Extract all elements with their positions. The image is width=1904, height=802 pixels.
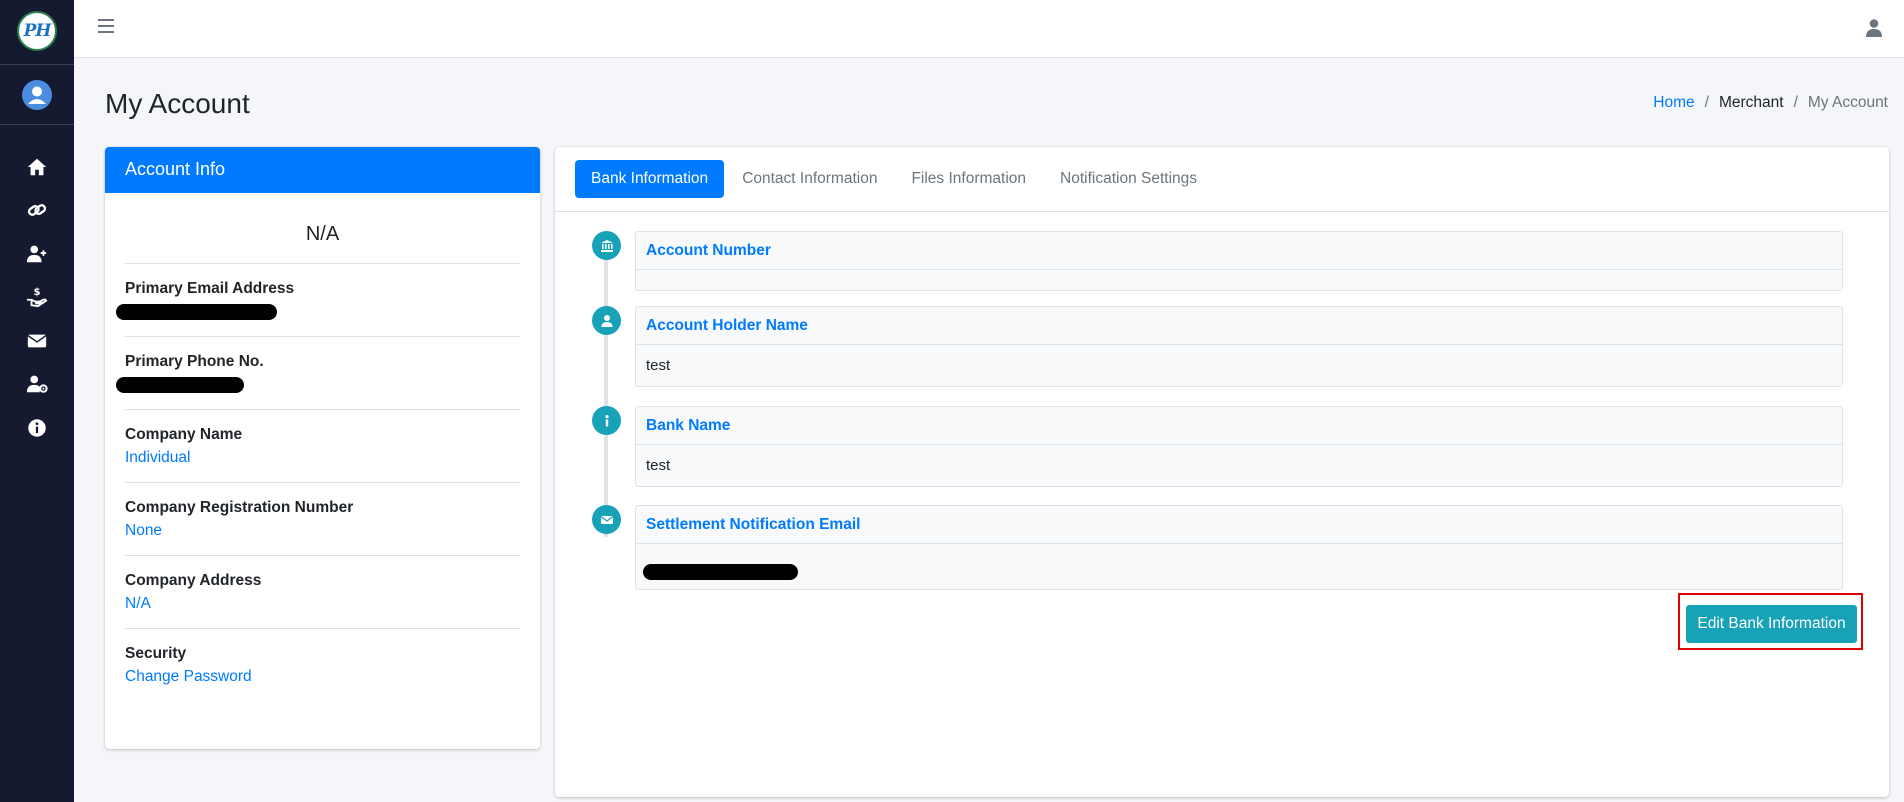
timeline-item-body: test [646,457,671,474]
svg-text:$: $ [33,287,40,298]
breadcrumb-separator: / [1704,94,1709,111]
timeline-item-body [636,544,1842,589]
logo-text: PH [23,21,52,41]
change-password-link[interactable]: Change Password [125,668,520,686]
hand-dollar-icon: $ [26,287,48,308]
info-label: Company Address [125,572,262,589]
breadcrumb: Home / Merchant / My Account [1653,94,1888,112]
timeline-item: Bank Name test [635,406,1843,487]
timeline-item-header: Bank Name [636,407,1842,445]
sidebar-item-add-user[interactable] [0,232,74,276]
info-item-company-address: Company Address N/A [125,555,520,628]
info-item-email: Primary Email Address [116,263,520,336]
account-info-card: Account Info N/A Primary Email Address P… [105,147,540,749]
redacted-email [643,564,798,580]
info-label: Company Name [125,426,243,443]
edit-bank-information-button[interactable]: Edit Bank Information [1686,605,1857,643]
timeline-item: Account Holder Name test [635,306,1843,387]
sidebar-divider [0,124,74,125]
info-item-registration-number: Company Registration Number None [125,482,520,555]
sidebar: PH $ [0,0,74,802]
home-icon [27,158,47,175]
edit-button-highlight: Edit Bank Information [1678,593,1863,650]
info-icon [604,414,609,426]
info-icon [28,419,46,437]
avatar-icon[interactable] [22,80,52,110]
top-navbar [74,0,1904,58]
user-icon [601,314,612,327]
timeline-item-header: Settlement Notification Email [636,506,1842,544]
bank-icon [600,239,613,252]
sidebar-item-info[interactable] [0,406,74,450]
user-plus-icon [26,245,47,262]
account-name: N/A [305,223,340,245]
info-label: Company Registration Number [125,499,354,516]
account-info-header: Account Info [105,147,540,193]
redacted-phone [116,377,244,393]
user-menu-icon[interactable] [1864,18,1884,38]
menu-toggle-icon[interactable] [98,19,114,37]
breadcrumb-merchant: Merchant [1718,94,1784,111]
envelope-icon [600,515,613,524]
envelope-icon [27,334,47,348]
timeline-item-header: Account Holder Name [636,307,1842,345]
info-label: Primary Email Address [125,280,295,297]
tab-contact-information[interactable]: Contact Information [726,160,893,198]
sidebar-nav: $ [0,145,74,450]
sidebar-item-payments[interactable]: $ [0,276,74,320]
breadcrumb-home-link[interactable]: Home [1653,94,1694,112]
timeline-badge [592,505,621,534]
info-label: Primary Phone No. [125,353,264,370]
sidebar-item-links[interactable] [0,189,74,233]
user-gear-icon [26,375,48,394]
timeline-item-header: Account Number [636,232,1842,270]
page-title: My Account [105,88,250,119]
tab-bar: Bank Information Contact Information Fil… [555,147,1889,212]
link-icon [27,204,47,217]
timeline-badge [592,231,621,260]
brand-logo[interactable]: PH [17,11,57,51]
tab-files-information[interactable]: Files Information [895,160,1042,198]
timeline-item: Account Number [635,231,1843,291]
account-info-list: Primary Email Address Primary Phone No. … [105,263,540,701]
redacted-email [116,304,277,320]
info-label: Security [125,645,187,662]
sidebar-item-messages[interactable] [0,319,74,363]
info-value: N/A [125,595,151,612]
timeline-item-body [636,270,1842,290]
info-value: None [125,522,163,539]
tab-notification-settings[interactable]: Notification Settings [1044,160,1213,198]
timeline-badge [592,306,621,335]
sidebar-divider [0,64,74,65]
sidebar-item-home[interactable] [0,145,74,189]
timeline-item-body: test [646,357,671,374]
info-item-security: Security Change Password [125,628,520,701]
timeline-line [604,237,608,537]
tab-bank-information[interactable]: Bank Information [575,160,725,198]
details-card: Bank Information Contact Information Fil… [555,147,1889,797]
info-item-phone: Primary Phone No. [116,336,520,409]
info-value: Individual [125,449,191,466]
timeline-badge [592,406,621,435]
info-item-company-name: Company Name Individual [125,409,520,482]
sidebar-item-user-settings[interactable] [0,363,74,407]
breadcrumb-current: My Account [1807,94,1888,111]
timeline-item: Settlement Notification Email [635,505,1843,590]
breadcrumb-separator: / [1793,94,1798,111]
